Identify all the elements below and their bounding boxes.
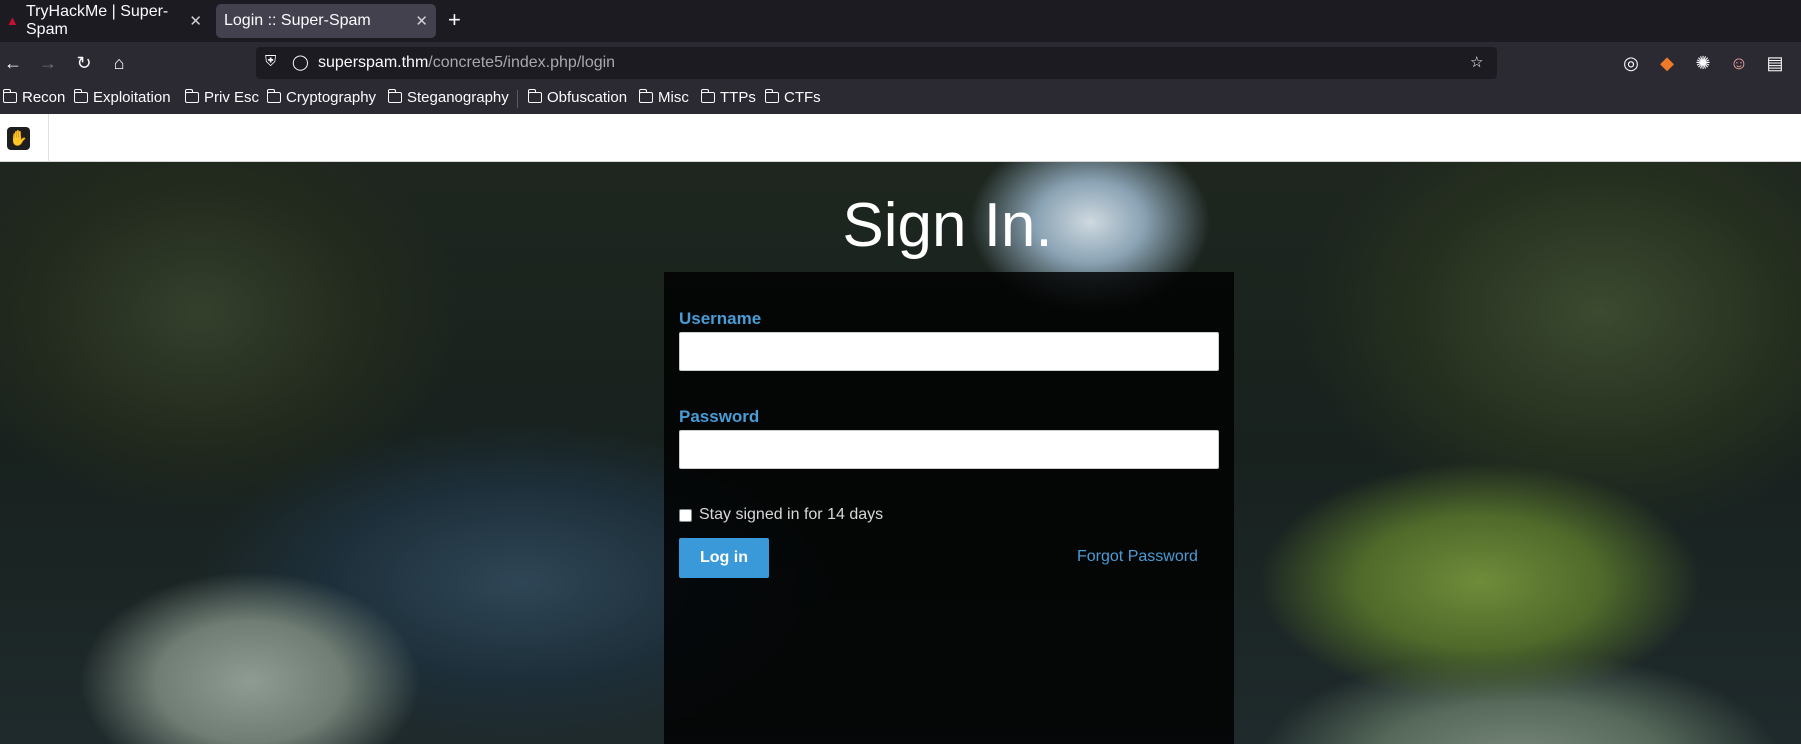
bookmark-label: Obfuscation (547, 89, 628, 106)
url-domain: superspam.thm (318, 54, 429, 71)
folder-icon (2, 89, 17, 103)
password-input[interactable] (679, 430, 1219, 469)
cookie-icon[interactable]: ✺ (1690, 50, 1716, 76)
forgot-password-link[interactable]: Forgot Password (1077, 548, 1198, 566)
bookmarks-bar: Recon Exploitation Priv Esc Cryptography… (0, 84, 1801, 114)
shield-icon[interactable]: ⛨ (265, 53, 276, 70)
remember-me-checkbox[interactable] (679, 508, 692, 522)
remember-me-label: Stay signed in for 14 days (699, 506, 884, 523)
tryhackme-favicon-icon: ▲ (6, 13, 19, 28)
pocket-icon[interactable]: ◎ (1618, 50, 1644, 76)
back-icon[interactable]: ← (0, 50, 26, 76)
folder-icon (184, 89, 199, 103)
page-title: Sign In. (842, 191, 1053, 260)
home-icon[interactable]: ⌂ (106, 50, 132, 76)
username-input[interactable] (679, 332, 1219, 371)
bookmark-folder-priv-esc[interactable]: Priv Esc (184, 89, 260, 106)
tab-title: TryHackMe | Super-Spam (26, 3, 169, 38)
folder-icon (73, 89, 88, 103)
username-label: Username (679, 309, 762, 328)
bookmark-folder-ctfs[interactable]: CTFs (764, 89, 821, 106)
reload-icon[interactable]: ↻ (71, 50, 97, 76)
tab-tryhackme[interactable]: ▲ TryHackMe | Super-Spam ✕ (0, 3, 210, 38)
cms-toolbar: ✋ (0, 114, 1801, 162)
bookmark-label: TTPs (720, 89, 756, 106)
folder-icon (638, 89, 653, 103)
bookmark-label: CTFs (784, 89, 821, 106)
remember-me: Stay signed in for 14 days (679, 506, 883, 524)
bookmark-folder-recon[interactable]: Recon (2, 89, 66, 106)
background-scene: Sign In. Username Password Stay signed i… (0, 162, 1801, 744)
close-tab-icon[interactable]: ✕ (415, 12, 428, 30)
bookmark-label: Exploitation (93, 89, 171, 106)
bookmark-folder-exploitation[interactable]: Exploitation (73, 89, 171, 106)
bookmarks-separator (517, 90, 518, 108)
bookmark-folder-ttps[interactable]: TTPs (700, 89, 756, 106)
url-path: /concrete5/index.php/login (428, 54, 616, 71)
folder-icon (700, 89, 715, 103)
close-tab-icon[interactable]: ✕ (189, 12, 202, 30)
url-bar[interactable]: ⛨ ◯ superspam.thm/concrete5/index.php/lo… (256, 47, 1497, 79)
folder-icon (387, 89, 402, 103)
lock-icon[interactable]: ◯ (292, 53, 309, 71)
bookmark-folder-obfuscation[interactable]: Obfuscation (527, 89, 628, 106)
extension-fox-icon[interactable]: ◆ (1654, 50, 1680, 76)
bookmark-label: Recon (22, 89, 66, 106)
login-button[interactable]: Log in (679, 538, 769, 578)
bookmark-folder-cryptography[interactable]: Cryptography (266, 89, 377, 106)
forward-icon[interactable]: → (35, 50, 61, 76)
new-tab-icon[interactable]: + (448, 8, 461, 32)
tab-title: Login :: Super-Spam (224, 12, 371, 29)
trash-icon[interactable]: ▤ (1762, 50, 1788, 76)
bookmark-star-icon[interactable]: ☆ (1470, 53, 1483, 71)
folder-icon (764, 89, 779, 103)
toolbar-divider (48, 114, 49, 162)
bookmark-label: Priv Esc (204, 89, 260, 106)
folder-icon (266, 89, 281, 103)
password-label: Password (679, 407, 760, 426)
login-panel: Username Password Stay signed in for 14 … (664, 272, 1234, 744)
navigation-bar: ← → ↻ ⌂ ⛨ ◯ superspam.thm/concrete5/inde… (0, 42, 1801, 84)
extension-face-icon[interactable]: ☺ (1726, 50, 1752, 76)
bookmark-folder-misc[interactable]: Misc (638, 89, 689, 106)
bookmark-label: Steganography (407, 89, 509, 106)
tab-bar: ▲ TryHackMe | Super-Spam ✕ Login :: Supe… (0, 0, 1801, 42)
folder-icon (527, 89, 542, 103)
url-text[interactable]: superspam.thm/concrete5/index.php/login (318, 54, 615, 72)
bookmark-label: Cryptography (286, 89, 377, 106)
bookmark-label: Misc (658, 89, 689, 106)
bookmark-folder-steganography[interactable]: Steganography (387, 89, 509, 106)
concrete5-logo-icon[interactable]: ✋ (7, 127, 30, 150)
tab-login[interactable]: Login :: Super-Spam ✕ (216, 4, 436, 38)
